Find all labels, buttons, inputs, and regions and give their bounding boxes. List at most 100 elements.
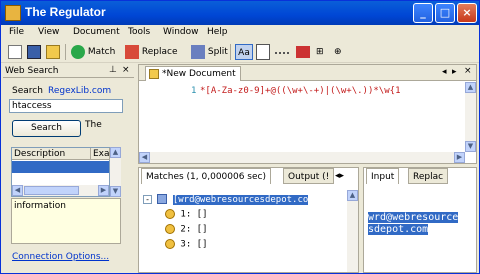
scroll-up-icon[interactable]: ▲ — [465, 82, 476, 93]
menu-view[interactable]: View — [38, 27, 59, 37]
column-description[interactable]: Description — [12, 148, 91, 160]
tab-output[interactable]: Output (! — [283, 168, 335, 184]
tree-group[interactable]: 3: [] — [165, 239, 208, 250]
document-tab-label: *New Document — [162, 69, 236, 79]
selected-row[interactable] — [12, 161, 109, 173]
search-label: Search — [12, 86, 43, 96]
tree-group[interactable]: 2: [] — [165, 224, 208, 235]
horizontal-scrollbar[interactable]: ◀ ▶ — [12, 185, 109, 196]
input-pane: Input Replac wrd@webresource sdepot.com — [363, 167, 477, 273]
web-search-panel: Web Search ⊥ × Search RegexLib.com htacc… — [3, 64, 134, 273]
scroll-down-icon[interactable]: ▼ — [110, 186, 121, 197]
scroll-right-icon[interactable]: ▶ — [98, 185, 109, 196]
match-button[interactable]: Match — [71, 44, 115, 60]
pin-icon[interactable]: ⊥ — [109, 65, 117, 75]
match-icon — [71, 44, 85, 59]
group-icon — [165, 209, 175, 219]
replace-icon — [125, 44, 139, 59]
toolbar-separator — [65, 44, 66, 60]
scroll-thumb[interactable] — [24, 186, 79, 195]
column-example[interactable]: Exa — [91, 148, 110, 160]
app-icon — [5, 5, 21, 21]
info-box: information — [11, 198, 121, 244]
group-label: 1: [] — [180, 209, 208, 220]
window-title: The Regulator — [25, 5, 106, 19]
collapse-icon[interactable]: - — [143, 194, 152, 204]
regex-editor[interactable]: *New Document ◂ ▸ × 1 *[A-Za-z0-9]+@((\w… — [138, 64, 477, 164]
replace-button[interactable]: Replace — [125, 44, 177, 60]
tab-matches[interactable]: Matches (1, 0,000006 sec) — [141, 168, 271, 184]
scroll-left-icon[interactable]: ◀ — [12, 185, 23, 196]
input-text[interactable]: wrd@webresource sdepot.com — [368, 212, 459, 236]
tab-replace[interactable]: Replac — [408, 168, 449, 184]
group-label: 2: [] — [180, 224, 208, 235]
document-icon — [149, 69, 159, 79]
toolbar: Match Replace Split Aa ⊞ ⊕ — [1, 41, 479, 63]
menu-tools[interactable]: Tools — [128, 27, 150, 37]
match-label: Match — [87, 47, 116, 57]
app-window: The Regulator _ □ × File View Document T… — [0, 0, 480, 274]
scroll-left-icon[interactable]: ◀ — [139, 152, 150, 163]
document-close-icon[interactable]: × — [464, 66, 472, 76]
line-number: 1 — [191, 86, 197, 96]
tab-input[interactable]: Input — [366, 168, 400, 184]
regex-icon[interactable]: ⊕ — [334, 44, 348, 60]
matches-pane: Matches (1, 0,000006 sec) Output (! ◂▸ -… — [138, 167, 359, 273]
tab-scroll-icon[interactable]: ◂▸ — [335, 171, 344, 181]
menu-file[interactable]: File — [9, 27, 24, 37]
minimize-button[interactable]: _ — [413, 3, 433, 23]
tools-icon[interactable]: ⊞ — [316, 44, 330, 60]
connection-options-link[interactable]: Connection Options... — [12, 252, 109, 262]
search-query-input[interactable]: htaccess — [9, 99, 123, 113]
regexlib-link[interactable]: RegexLib.com — [48, 86, 111, 96]
replace-label: Replace — [141, 47, 178, 57]
results-table[interactable]: Description Exa ◀ ▶ — [11, 147, 110, 197]
match-icon — [157, 194, 168, 204]
input-line[interactable]: sdepot.com — [368, 224, 429, 235]
scroll-up-icon[interactable]: ▲ — [110, 147, 121, 158]
search-button[interactable]: Search — [12, 120, 81, 137]
whitespace-icon[interactable] — [275, 44, 289, 54]
scroll-down-icon[interactable]: ▼ — [465, 141, 476, 152]
panel-close-icon[interactable]: × — [122, 65, 130, 75]
tab-prev-icon[interactable]: ◂ — [442, 67, 447, 77]
code-area[interactable]: 1 *[A-Za-z0-9]+@((\w+\-+)|(\w+\.))*\w{1 — [139, 82, 465, 152]
save-icon[interactable] — [27, 44, 41, 60]
split-button[interactable]: Split — [191, 44, 228, 60]
new-file-icon[interactable] — [8, 44, 22, 60]
matches-vertical-scrollbar[interactable]: ▲ — [347, 190, 358, 272]
match-text[interactable]: [wrd@webresourcesdepot.co — [172, 194, 309, 205]
group-label: 3: [] — [180, 239, 208, 250]
tree-root[interactable]: - [wrd@webresourcesdepot.co — [143, 194, 309, 205]
menu-window[interactable]: Window — [163, 27, 199, 37]
menu-help[interactable]: Help — [207, 27, 228, 37]
info-text: information — [14, 201, 66, 211]
document-tabstrip: *New Document ◂ ▸ × — [139, 65, 476, 81]
regex-pattern[interactable]: *[A-Za-z0-9]+@((\w+\-+)|(\w+\.))*\w{1 — [200, 86, 400, 96]
toolbar-separator — [230, 44, 231, 60]
menu-document[interactable]: Document — [73, 27, 120, 37]
close-button[interactable]: × — [457, 3, 477, 23]
tab-next-icon[interactable]: ▸ — [452, 67, 457, 77]
group-icon — [165, 239, 175, 249]
editor-vertical-scrollbar[interactable]: ▲ ▼ — [465, 82, 476, 152]
input-line[interactable]: wrd@webresource — [368, 212, 459, 223]
scroll-right-icon[interactable]: ▶ — [454, 152, 465, 163]
multiline-icon[interactable] — [256, 44, 270, 60]
tree-group[interactable]: 1: [] — [165, 209, 208, 220]
maximize-button[interactable]: □ — [435, 3, 455, 23]
panel-title: Web Search — [5, 66, 59, 76]
split-label: Split — [207, 47, 228, 57]
bookmark-icon[interactable] — [296, 46, 310, 58]
open-folder-icon[interactable] — [46, 44, 60, 60]
menu-bar: File View Document Tools Window Help — [1, 25, 479, 41]
results-text: The — [85, 120, 102, 130]
title-bar[interactable]: The Regulator _ □ × — [1, 1, 479, 25]
scroll-up-icon[interactable]: ▲ — [347, 190, 358, 201]
editor-horizontal-scrollbar[interactable]: ◀ ▶ — [139, 152, 465, 163]
tab-new-document[interactable]: *New Document — [145, 66, 241, 81]
vertical-scrollbar[interactable]: ▲ ▼ — [110, 147, 121, 197]
split-icon — [191, 44, 205, 59]
case-sensitive-toggle[interactable]: Aa — [235, 44, 253, 60]
web-search-header: Web Search ⊥ × — [3, 64, 134, 78]
